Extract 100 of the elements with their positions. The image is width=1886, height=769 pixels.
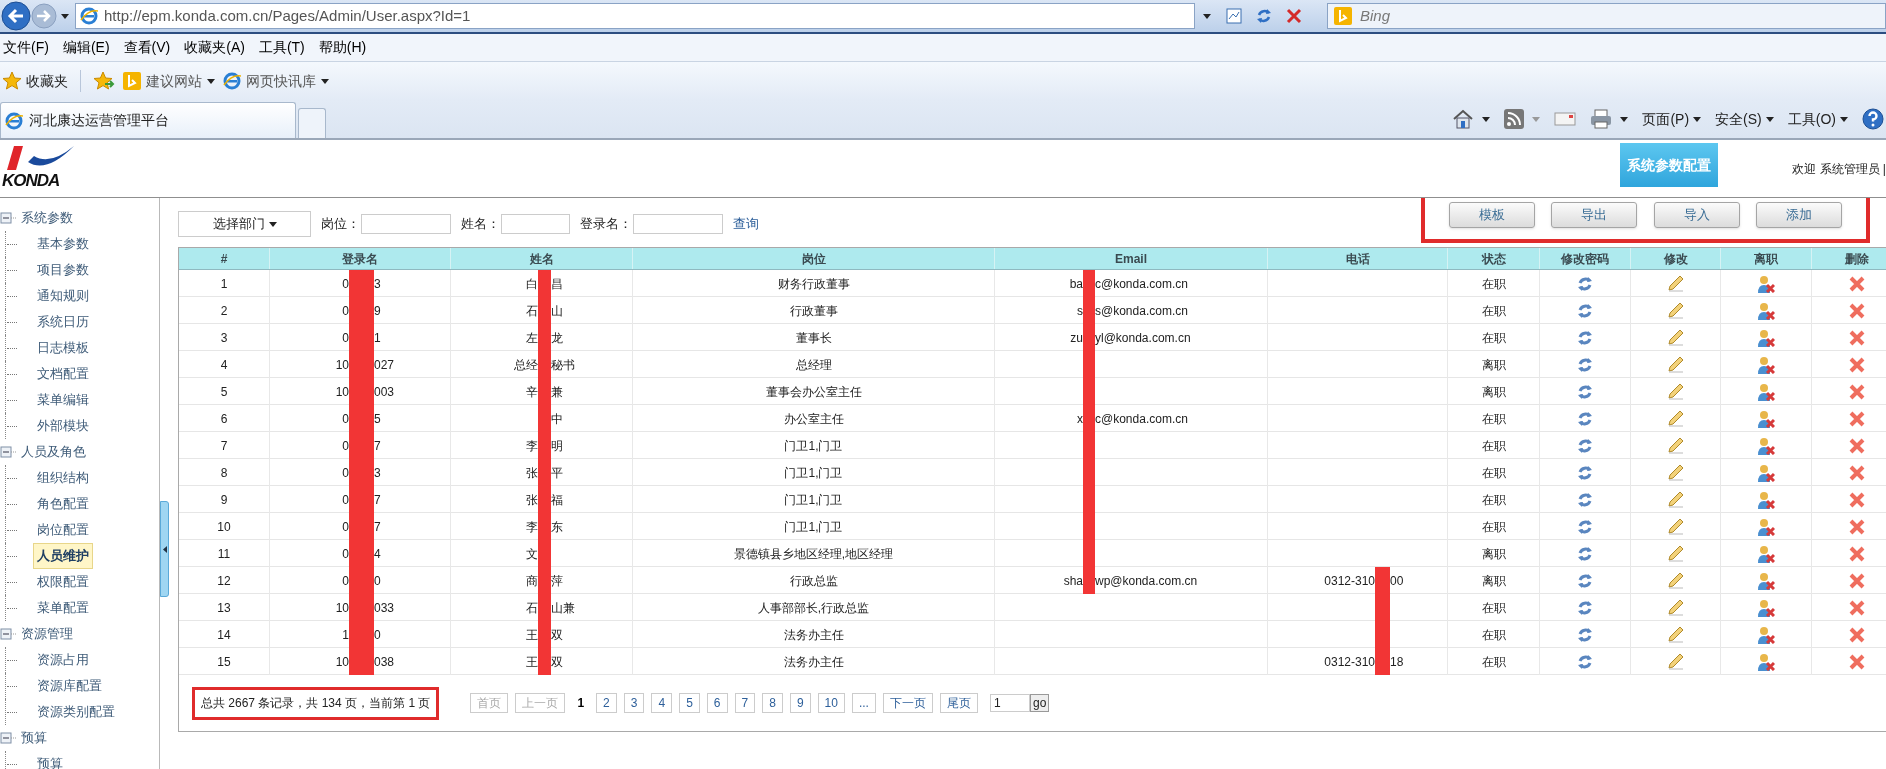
refresh-icon[interactable] [1577,329,1593,346]
page-button[interactable]: 尾页 [939,693,978,713]
caret-icon[interactable] [1482,116,1491,122]
pencil-icon[interactable] [1667,653,1684,670]
pencil-icon[interactable] [1667,356,1684,373]
address-field[interactable]: http://epm.konda.com.cn/Pages/Admin/User.aspx?Id=1 [75,3,1195,29]
pencil-icon[interactable] [1667,302,1684,319]
tree-item[interactable]: 外部模块 [33,413,93,439]
page-button[interactable]: ... [851,693,876,713]
user-remove-icon[interactable] [1757,571,1775,590]
browser-tab[interactable]: 河北康达运营管理平台 [0,102,296,138]
pencil-icon[interactable] [1667,437,1684,454]
page-button[interactable]: 8 [762,693,783,713]
user-remove-icon[interactable] [1757,598,1775,617]
rss-feed-icon[interactable] [1504,109,1525,129]
tree-group-label[interactable]: 人员及角色 [21,442,86,462]
collapse-handle[interactable] [160,501,169,597]
delete-icon[interactable] [1848,275,1865,292]
user-remove-icon[interactable] [1757,463,1775,482]
refresh-icon[interactable] [1577,626,1593,643]
tree-item[interactable]: 资源类别配置 [33,699,119,725]
tree-item[interactable]: 资源占用 [33,647,93,673]
compatibility-icon[interactable] [1225,7,1243,25]
page-button[interactable]: 2 [596,693,617,713]
user-remove-icon[interactable] [1757,355,1775,374]
delete-icon[interactable] [1848,410,1865,427]
pencil-icon[interactable] [1667,599,1684,616]
new-tab-button[interactable] [298,108,326,138]
pencil-icon[interactable] [1667,626,1684,643]
user-remove-icon[interactable] [1757,382,1775,401]
action-button[interactable]: 导入 [1653,202,1740,228]
page-button[interactable]: 6 [706,693,728,713]
menu-item[interactable]: 编辑(E) [62,37,110,58]
favorites-link[interactable]: 建议网站 [123,70,215,92]
back-icon[interactable] [1,1,31,31]
delete-icon[interactable] [1848,437,1865,454]
user-remove-icon[interactable] [1757,544,1775,563]
query-link[interactable]: 查询 [733,214,759,234]
text-input[interactable] [361,214,451,234]
delete-icon[interactable] [1848,545,1865,562]
text-input[interactable] [501,214,570,234]
user-remove-icon[interactable] [1757,436,1775,455]
tree-group-label[interactable]: 预算 [21,728,47,748]
refresh-icon[interactable] [1577,302,1593,319]
tree-item[interactable]: 菜单配置 [33,595,93,621]
collapse-icon[interactable] [0,732,16,744]
refresh-icon[interactable] [1255,7,1273,25]
menu-item[interactable]: 收藏夹(A) [184,37,245,58]
favorites-link[interactable]: 网页快讯库 [223,70,329,92]
favorites-button[interactable]: 收藏夹 [2,70,68,92]
refresh-icon[interactable] [1577,275,1593,292]
tree-item[interactable]: 系统日历 [33,309,93,335]
search-field[interactable]: Bing [1327,3,1886,29]
refresh-icon[interactable] [1577,356,1593,373]
refresh-icon[interactable] [1577,383,1593,400]
command-menu[interactable]: 安全(S) [1715,108,1774,130]
collapse-icon[interactable] [0,628,16,640]
go-button[interactable]: go [1029,694,1050,712]
delete-icon[interactable] [1848,491,1865,508]
page-input[interactable]: 1 [989,694,1030,712]
page-button[interactable]: 9 [789,693,811,713]
caret-icon[interactable] [1620,116,1629,122]
tree-item[interactable]: 菜单编辑 [33,387,93,413]
collapse-icon[interactable] [0,446,16,458]
page-button[interactable]: 下一页 [882,693,933,713]
tree-group-label[interactable]: 资源管理 [21,624,73,644]
command-menu[interactable]: 页面(P) [1642,108,1702,130]
tree-item[interactable]: 文档配置 [33,361,93,387]
delete-icon[interactable] [1848,302,1865,319]
printer-icon[interactable] [1590,109,1613,129]
tree-item[interactable]: 日志模板 [33,335,93,361]
user-remove-icon[interactable] [1757,409,1775,428]
home-icon[interactable] [1452,109,1475,129]
tree-item[interactable]: 岗位配置 [33,517,93,543]
user-remove-icon[interactable] [1757,517,1775,536]
text-input[interactable] [633,214,723,234]
pencil-icon[interactable] [1667,275,1684,292]
pencil-icon[interactable] [1667,464,1684,481]
refresh-icon[interactable] [1577,518,1593,535]
delete-icon[interactable] [1848,356,1865,373]
refresh-icon[interactable] [1577,599,1593,616]
collapse-icon[interactable] [0,212,16,224]
tree-item[interactable]: 角色配置 [33,491,93,517]
user-remove-icon[interactable] [1757,301,1775,320]
refresh-icon[interactable] [1577,572,1593,589]
menu-item[interactable]: 文件(F) [3,37,49,58]
user-remove-icon[interactable] [1757,652,1775,671]
refresh-icon[interactable] [1577,437,1593,454]
department-dropdown[interactable]: 选择部门 [178,211,311,237]
tree-item[interactable]: 项目参数 [33,257,93,283]
user-remove-icon[interactable] [1757,274,1775,293]
mail-icon[interactable] [1554,112,1577,126]
pencil-icon[interactable] [1667,329,1684,346]
tree-item[interactable]: 组织结构 [33,465,93,491]
page-button[interactable]: 3 [623,693,645,713]
page-button[interactable]: 7 [734,693,756,713]
user-remove-icon[interactable] [1757,625,1775,644]
refresh-icon[interactable] [1577,653,1593,670]
refresh-icon[interactable] [1577,491,1593,508]
stop-icon[interactable] [1285,7,1303,25]
